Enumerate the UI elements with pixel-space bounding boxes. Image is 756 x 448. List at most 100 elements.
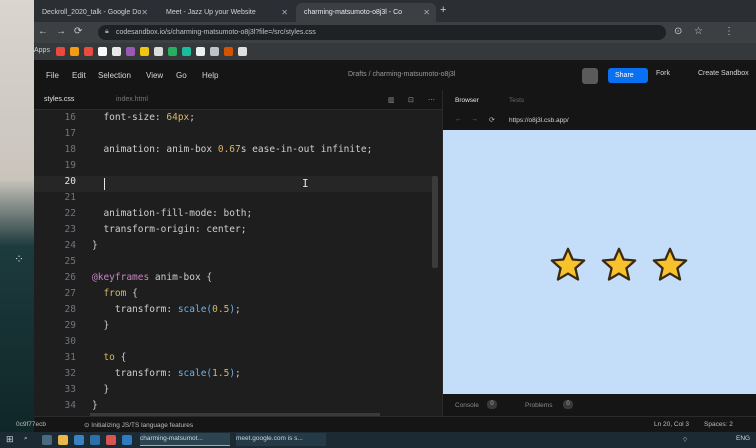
bookmark-icon[interactable]: [168, 47, 177, 56]
close-icon[interactable]: ✕: [141, 8, 148, 17]
bookmark-icon[interactable]: [140, 47, 149, 56]
github-icon[interactable]: [98, 47, 107, 56]
forward-icon[interactable]: →: [471, 116, 478, 123]
breadcrumb[interactable]: Drafts / charming-matsumoto-o8j3l: [348, 71, 455, 78]
menu-edit[interactable]: Edit: [72, 71, 86, 80]
bookmark-icon[interactable]: [56, 47, 65, 56]
back-icon[interactable]: ←: [455, 116, 462, 123]
menu-help[interactable]: Help: [202, 71, 218, 80]
menu-go[interactable]: Go: [176, 71, 187, 80]
bookmark-icon[interactable]: [238, 47, 247, 56]
fork-button[interactable]: Fork: [656, 70, 670, 77]
code-line[interactable]: 33 }: [34, 384, 434, 400]
code-line[interactable]: 31 to {: [34, 352, 434, 368]
reload-icon[interactable]: ⟳: [489, 116, 495, 124]
windows-start-icon[interactable]: ⊞: [6, 434, 14, 445]
code-line[interactable]: 30: [34, 336, 434, 352]
bookmark-icon[interactable]: [70, 47, 79, 56]
preview-icon[interactable]: ⊡: [408, 96, 414, 104]
apps-bookmark[interactable]: Apps: [34, 47, 50, 54]
bookmark-icon[interactable]: [224, 47, 233, 56]
code-line[interactable]: 16 font-size: 64px;: [34, 112, 434, 128]
code-line[interactable]: 23 transform-origin: center;: [34, 224, 434, 240]
code-line[interactable]: 18 animation: anim-box 0.67s ease-in-out…: [34, 144, 434, 160]
bookmark-icon[interactable]: [210, 47, 219, 56]
code-token: transform:: [114, 304, 178, 315]
console-count-badge: 0: [487, 400, 497, 409]
task-view-icon[interactable]: [42, 435, 52, 445]
taskbar-item-codesandbox[interactable]: charming-matsumot...: [140, 433, 230, 446]
code-line[interactable]: 21: [34, 192, 434, 208]
menu-icon[interactable]: ⋮: [724, 26, 734, 37]
address-bar[interactable]: 🔒︎ codesandbox.io/s/charming-matsumoto-o…: [98, 25, 666, 40]
code-line[interactable]: 17: [34, 128, 434, 144]
bookmark-icon[interactable]: [126, 47, 135, 56]
preview-url[interactable]: https://o8j3l.csb.app/: [509, 117, 569, 124]
bookmark-icon[interactable]: [84, 47, 93, 56]
bookmark-icon[interactable]: [154, 47, 163, 56]
menu-view[interactable]: View: [146, 71, 163, 80]
tab-styles-css[interactable]: styles.css: [44, 96, 74, 103]
close-icon[interactable]: ✕: [423, 8, 430, 17]
app-icon[interactable]: [74, 435, 84, 445]
webcam-overlay: ⁘: [0, 0, 34, 448]
editor-tab-bar: styles.css index.html ▥ ⊡ ⋯: [34, 90, 442, 110]
line-number: 28: [64, 304, 76, 315]
code-line[interactable]: 28 transform: scale(0.5);: [34, 304, 434, 320]
browser-tab-codesandbox[interactable]: charming-matsumoto-o8j3l - Co ✕: [296, 3, 436, 22]
status-indentation[interactable]: Spaces: 2: [704, 421, 733, 428]
code-line[interactable]: 27 from {: [34, 288, 434, 304]
browser-tab-meet[interactable]: Meet - Jazz Up your Website ✕: [158, 3, 294, 22]
file-explorer-icon[interactable]: [58, 435, 68, 445]
menu-file[interactable]: File: [46, 71, 59, 80]
close-icon[interactable]: ✕: [281, 8, 288, 17]
status-message-text: Initializing JS/TS language features: [91, 422, 194, 429]
console-tab[interactable]: Console: [455, 402, 479, 409]
menu-selection[interactable]: Selection: [98, 71, 131, 80]
problems-tab[interactable]: Problems: [525, 402, 552, 409]
code-line[interactable]: 32 transform: scale(1.5);: [34, 368, 434, 384]
editor-scrollbar[interactable]: [432, 176, 438, 268]
app-icon[interactable]: [106, 435, 116, 445]
search-icon[interactable]: ⌕: [24, 435, 28, 443]
code-line[interactable]: 20 I: [34, 176, 434, 192]
taskbar-item-meet[interactable]: meet.google.com is s...: [236, 433, 326, 446]
more-icon[interactable]: ⋯: [428, 96, 435, 104]
app-icon[interactable]: [90, 435, 100, 445]
bookmarks-bar: Apps: [34, 43, 756, 60]
share-button[interactable]: Share: [608, 68, 648, 83]
code-line[interactable]: 19: [34, 160, 434, 176]
browser-tab-docs[interactable]: Deckroll_2020_talk - Google Do ✕: [34, 3, 154, 22]
create-sandbox-button[interactable]: Create Sandbox: [698, 70, 749, 77]
split-editor-icon[interactable]: ▥: [388, 96, 395, 104]
tab-tests[interactable]: Tests: [509, 97, 524, 104]
avatar[interactable]: [582, 68, 598, 84]
status-message: ⊙ Initializing JS/TS language features: [84, 422, 194, 429]
code-line[interactable]: 22 animation-fill-mode: both;: [34, 208, 434, 224]
back-icon[interactable]: ←: [38, 26, 48, 37]
extension-icon[interactable]: ⊙: [674, 26, 682, 37]
bookmark-icon[interactable]: [112, 47, 121, 56]
code-line[interactable]: 24}: [34, 240, 434, 256]
browser-tab-bar: Deckroll_2020_talk - Google Do ✕ Meet - …: [34, 0, 756, 22]
code-line[interactable]: 25: [34, 256, 434, 272]
code-token: transform:: [114, 368, 178, 379]
new-tab-button[interactable]: +: [440, 4, 446, 16]
tab-index-html[interactable]: index.html: [116, 96, 148, 103]
tab-browser[interactable]: Browser: [455, 97, 479, 104]
wifi-icon[interactable]: ⌔: [682, 435, 688, 444]
code-area[interactable]: 16 font-size: 64px; 17 18 animation: anim-…: [34, 112, 434, 416]
status-commit[interactable]: 0c9f77ecb: [16, 421, 46, 428]
app-icon[interactable]: [122, 435, 132, 445]
status-cursor-position[interactable]: Ln 20, Col 3: [654, 421, 689, 428]
code-line[interactable]: 26 @keyframes anim-box {: [34, 272, 434, 288]
code-text: animation: anim-box 0.67s ease-in-out in…: [92, 144, 372, 155]
language-indicator[interactable]: ENG: [736, 435, 750, 442]
code-line[interactable]: 29 }: [34, 320, 434, 336]
bookmark-icon[interactable]: [182, 47, 191, 56]
star-icon[interactable]: ☆: [694, 26, 703, 37]
forward-icon[interactable]: →: [56, 26, 66, 37]
bookmark-icon[interactable]: [196, 47, 205, 56]
console-bar: Console 0 Problems 0: [443, 394, 756, 416]
reload-icon[interactable]: ⟳: [74, 26, 82, 37]
